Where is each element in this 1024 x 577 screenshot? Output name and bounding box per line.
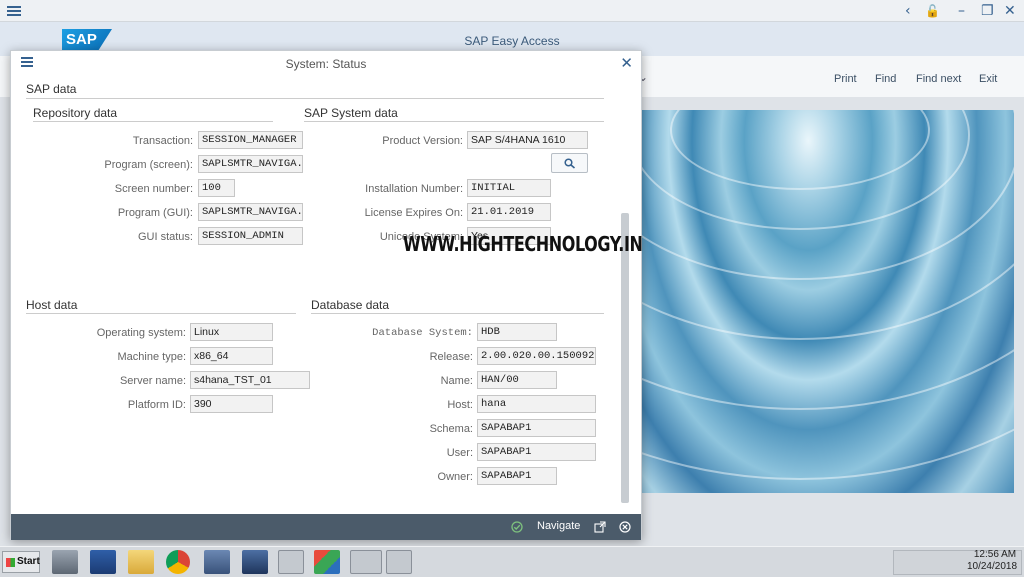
hamburger-menu-icon[interactable] <box>7 4 21 18</box>
field-label: License Expires On: <box>364 207 463 219</box>
back-icon[interactable]: ‹ <box>905 2 911 20</box>
paint-icon[interactable] <box>314 550 340 574</box>
network-icon[interactable] <box>204 550 230 574</box>
exit-button[interactable]: Exit <box>979 73 997 85</box>
db-host-field: hana <box>477 395 596 413</box>
windows-taskbar: Start <box>0 546 1024 577</box>
host-data-title: Host data <box>26 298 78 312</box>
field-label: Program (screen): <box>104 159 193 171</box>
minimize-icon[interactable]: – <box>958 2 965 20</box>
field-label: Owner: <box>437 471 473 483</box>
field-label: Transaction: <box>132 135 193 147</box>
database-data-title: Database data <box>311 298 390 312</box>
powershell-icon[interactable] <box>90 550 116 574</box>
dialog-footer: Navigate <box>11 514 641 540</box>
restore-icon[interactable]: ❐ <box>981 2 994 20</box>
field-label: GUI status: <box>137 231 193 243</box>
license-expires-field: 21.01.2019 <box>467 203 551 221</box>
field-label: Product Version: <box>382 135 463 147</box>
clock-time[interactable]: 12:56 AM <box>970 549 1020 560</box>
platform-id-field: 390 <box>190 395 273 413</box>
database-system-field: HDB <box>477 323 557 341</box>
field-label: Name: <box>440 375 473 387</box>
machine-type-field: x86_64 <box>190 347 273 365</box>
notepad-icon[interactable] <box>386 550 412 574</box>
field-label: Operating system: <box>96 327 186 339</box>
field-label: Schema: <box>429 423 473 435</box>
sap-data-header: SAP data <box>26 82 77 96</box>
program-gui-field: SAPLSMTR_NAVIGA... <box>198 203 303 221</box>
divider <box>33 121 273 122</box>
chrome-icon[interactable] <box>166 550 190 574</box>
schema-field: SAPABAP1 <box>477 419 596 437</box>
release-field: 2.00.020.00.150092... <box>477 347 596 365</box>
operating-system-field: Linux <box>190 323 273 341</box>
snipping-tool-icon[interactable] <box>278 550 304 574</box>
find-next-button[interactable]: Find next <box>916 73 961 85</box>
component-info-button[interactable] <box>551 153 588 173</box>
transaction-field: SESSION_MANAGER <box>198 131 303 149</box>
app-title: SAP Easy Access <box>464 34 560 48</box>
field-label: Platform ID: <box>127 399 186 411</box>
file-explorer-icon[interactable] <box>128 550 154 574</box>
window-titlebar: ‹ 🔓 – ❐ ✕ <box>0 0 1024 22</box>
checkmark-icon[interactable] <box>511 521 523 533</box>
cancel-icon[interactable] <box>619 521 631 533</box>
server-name-field: s4hana_TST_01 <box>190 371 310 389</box>
navigate-button[interactable]: Navigate <box>537 520 580 532</box>
close-icon[interactable]: ✕ <box>1004 2 1016 20</box>
lock-icon[interactable]: 🔓 <box>925 2 940 20</box>
new-window-icon[interactable] <box>594 521 606 533</box>
installation-number-field: INITIAL <box>467 179 551 197</box>
field-label: Server name: <box>119 375 186 387</box>
find-button[interactable]: Find <box>875 73 896 85</box>
clock-date[interactable]: 10/24/2018 <box>962 561 1022 572</box>
server-manager-icon[interactable] <box>52 550 78 574</box>
dialog-close-icon[interactable]: ✕ <box>620 54 633 72</box>
search-icon <box>564 158 576 169</box>
windows-logo-icon <box>6 558 15 567</box>
start-button[interactable]: Start <box>2 551 40 573</box>
field-label: Database System: <box>372 327 473 339</box>
divider <box>26 313 296 314</box>
field-label: Machine type: <box>117 351 186 363</box>
dialog-title: System: Status <box>285 57 367 71</box>
divider <box>26 98 604 99</box>
user-field: SAPABAP1 <box>477 443 596 461</box>
program-screen-field: SAPLSMTR_NAVIGA... <box>198 155 303 173</box>
owner-field: SAPABAP1 <box>477 467 557 485</box>
product-version-field: SAP S/4HANA 1610 <box>467 131 588 149</box>
field-label: Screen number: <box>114 183 193 195</box>
gui-status-field: SESSION_ADMIN <box>198 227 303 245</box>
watermark-text: WWW.HIGHTECHNOLOGY.IN <box>403 232 643 256</box>
field-label: Installation Number: <box>365 183 463 195</box>
field-label: Release: <box>429 351 473 363</box>
divider <box>304 121 604 122</box>
field-label: Host: <box>447 399 473 411</box>
screen-number-field: 100 <box>198 179 235 197</box>
sap-system-data-title: SAP System data <box>304 106 398 120</box>
db-name-field: HAN/00 <box>477 371 557 389</box>
print-button[interactable]: Print <box>834 73 857 85</box>
system-status-dialog: System: Status ✕ SAP data Repository dat… <box>10 50 642 540</box>
dialog-scrollbar[interactable] <box>621 213 629 503</box>
divider <box>311 313 604 314</box>
sap-gui-icon[interactable] <box>350 550 382 574</box>
repository-data-title: Repository data <box>33 106 118 120</box>
field-label: User: <box>446 447 473 459</box>
field-label: Program (GUI): <box>117 207 193 219</box>
background-water-image <box>640 110 1014 493</box>
sap-logon-icon[interactable] <box>242 550 268 574</box>
dialog-header: System: Status ✕ <box>11 51 641 75</box>
